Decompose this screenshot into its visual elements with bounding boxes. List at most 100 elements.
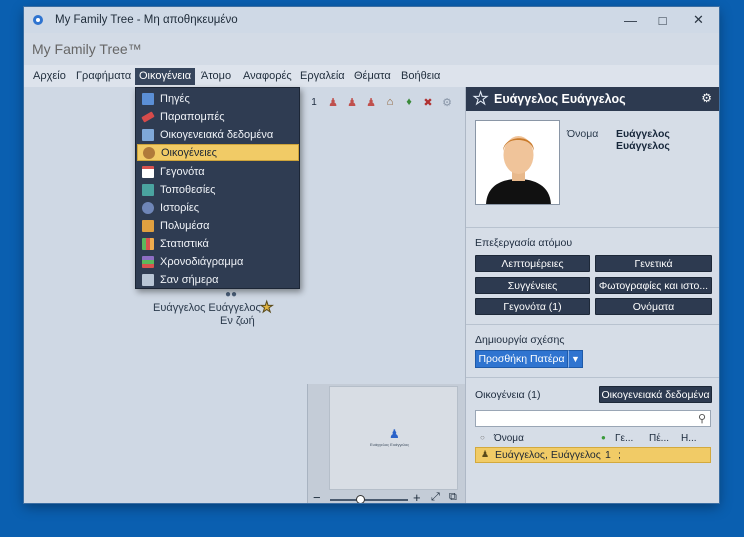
create-relation-heading: Δημιουργία σχέσης xyxy=(475,334,565,346)
menu-themes[interactable]: Θέματα xyxy=(350,68,395,85)
family-count-label: Οικογένεια (1) xyxy=(475,389,541,401)
avatar-silhouette-icon xyxy=(476,121,559,204)
family-grid-header: ○ Όνομα ● Γε... Πέ... Η... xyxy=(475,432,711,446)
menu-reports[interactable]: Αναφορές xyxy=(239,68,296,85)
generation-count[interactable]: 1 xyxy=(307,95,321,109)
column-name[interactable]: Όνομα xyxy=(494,433,524,444)
dropdown-item-statistics[interactable]: Στατιστικά xyxy=(137,235,299,252)
table-row[interactable]: ♟ Ευάγγελος, Ευάγγελος 1 ; xyxy=(475,447,711,463)
settings-gear-icon[interactable]: ⚙ xyxy=(440,95,454,109)
side-panel-header: ★ Ευάγγελος Ευάγγελος ⚙ xyxy=(466,87,719,111)
fit-to-screen-icon[interactable]: ⤢ xyxy=(431,491,440,503)
search-icon[interactable]: ⚲ xyxy=(698,412,706,425)
relatives-button[interactable]: Συγγένειες xyxy=(475,277,590,294)
divider xyxy=(466,377,719,378)
on-this-day-icon xyxy=(142,273,154,286)
edit-person-heading: Επεξεργασία ατόμου xyxy=(475,237,573,249)
row-children: ; xyxy=(618,449,621,461)
tree-toolbar: 1 ♟ ♟ ♟ ⌂ ♦ ✖ ⚙ xyxy=(307,93,454,111)
dropdown-item-events[interactable]: Γεγονότα xyxy=(137,163,299,180)
dropdown-item-on-this-day[interactable]: Σαν σήμερα xyxy=(137,271,299,288)
events-icon xyxy=(142,165,154,178)
names-button[interactable]: Ονόματα xyxy=(595,298,712,315)
title-bar: My Family Tree - Μη αποθηκευμένο — □ ✕ xyxy=(24,7,719,33)
person-node-icon: ●● xyxy=(225,289,238,300)
window-title: My Family Tree - Μη αποθηκευμένο xyxy=(55,14,238,26)
citations-icon xyxy=(141,110,155,123)
zoom-controls: − + ⤢ ⧉ xyxy=(309,490,465,503)
zoom-in-icon[interactable]: + xyxy=(413,490,421,503)
tools-icon[interactable]: ✖ xyxy=(421,95,435,109)
add-partner-icon[interactable]: ♟ xyxy=(345,95,359,109)
person-side-panel: ★ Ευάγγελος Ευάγγελος ⚙ Όνομα Ευάγγελος … xyxy=(465,87,719,503)
family-menu-dropdown: Πηγές Παραπομπές Οικογενειακά δεδομένα Ο… xyxy=(135,87,300,289)
photos-button[interactable]: Φωτογραφίες και ιστο... xyxy=(595,277,712,294)
add-relation-dropdown-icon[interactable]: ▼ xyxy=(568,350,583,368)
dropdown-item-families[interactable]: Οικογένειες xyxy=(137,144,299,161)
dropdown-item-places[interactable]: Τοποθεσίες xyxy=(137,181,299,198)
row-name: Ευάγγελος, Ευάγγελος xyxy=(495,449,601,461)
families-icon xyxy=(143,146,155,159)
dropdown-item-family-data[interactable]: Οικογενειακά δεδομένα xyxy=(137,126,299,143)
minimap[interactable]: ♟ Ευάγγελος Ευάγγελος xyxy=(307,384,465,503)
menu-tools[interactable]: Εργαλεία xyxy=(296,68,349,85)
family-data-button[interactable]: Οικογενειακά δεδομένα xyxy=(599,386,712,403)
tree-person-name[interactable]: Ευάγγελος Ευάγγελος xyxy=(153,302,261,314)
divider xyxy=(466,227,719,228)
add-child-icon[interactable]: ♟ xyxy=(364,95,378,109)
events-button[interactable]: Γεγονότα (1) xyxy=(475,298,590,315)
details-button[interactable]: Λεπτομέρειες xyxy=(475,255,590,272)
media-icon xyxy=(142,219,154,232)
side-panel-title: Ευάγγελος Ευάγγελος xyxy=(494,92,626,106)
minimap-person-icon: ♟ xyxy=(389,427,400,441)
menu-help[interactable]: Βοήθεια xyxy=(397,68,444,85)
sort-indicator-icon: ○ xyxy=(480,433,485,442)
zoom-slider-track[interactable] xyxy=(330,499,408,501)
person-photo[interactable] xyxy=(475,120,560,205)
menu-file[interactable]: Αρχείο xyxy=(29,68,70,85)
dropdown-item-timeline[interactable]: Χρονοδιάγραμμα xyxy=(137,253,299,270)
genetics-button[interactable]: Γενετικά xyxy=(595,255,712,272)
menu-family[interactable]: Οικογένεια xyxy=(135,68,196,85)
app-window: My Family Tree - Μη αποθηκευμένο — □ ✕ M… xyxy=(24,7,719,503)
statistics-icon xyxy=(142,237,154,250)
add-parents-icon[interactable]: ♟ xyxy=(326,95,340,109)
divider xyxy=(466,324,719,325)
zoom-slider-handle[interactable] xyxy=(356,495,365,503)
minimap-person-label: Ευάγγελος Ευάγγελος xyxy=(370,442,410,447)
panel-settings-icon[interactable]: ⚙ xyxy=(701,91,712,105)
sources-icon xyxy=(142,92,154,105)
add-father-button[interactable]: Προσθήκη Πατέρα xyxy=(475,350,568,368)
app-tree-icon xyxy=(33,15,43,25)
minimize-button[interactable]: — xyxy=(613,7,648,33)
family-search-input[interactable]: ⚲ xyxy=(475,410,711,427)
dropdown-item-stories[interactable]: Ιστορίες xyxy=(137,199,299,216)
dropdown-item-sources[interactable]: Πηγές xyxy=(137,90,299,107)
places-icon xyxy=(142,183,154,196)
menu-person[interactable]: Άτομο xyxy=(197,68,235,85)
tree-person-status: Εν ζωή xyxy=(220,315,255,327)
menu-charts[interactable]: Γραφήματα xyxy=(72,68,135,85)
stories-icon xyxy=(142,201,154,214)
column-age[interactable]: Η... xyxy=(681,433,697,444)
maximize-button[interactable]: □ xyxy=(645,7,680,33)
dropdown-item-citations[interactable]: Παραπομπές xyxy=(137,108,299,125)
column-generation[interactable]: Γε... xyxy=(615,433,633,444)
menu-bar: Αρχείο Γραφήματα Οικογένεια Άτομο Αναφορ… xyxy=(24,65,719,87)
person-row-icon: ♟ xyxy=(481,449,490,459)
fullscreen-icon[interactable]: ⧉ xyxy=(449,491,457,503)
favorite-star-icon[interactable]: ★ xyxy=(472,89,488,109)
app-header: My Family Tree™ xyxy=(24,33,719,67)
family-group-icon[interactable]: ♦ xyxy=(402,95,416,109)
zoom-out-icon[interactable]: − xyxy=(313,490,321,503)
close-button[interactable]: ✕ xyxy=(681,7,716,33)
dropdown-item-media[interactable]: Πολυμέσα xyxy=(137,217,299,234)
column-children[interactable]: Πέ... xyxy=(649,433,669,444)
timeline-icon xyxy=(142,255,154,268)
minimap-viewport[interactable]: ♟ Ευάγγελος Ευάγγελος xyxy=(329,386,458,490)
home-icon[interactable]: ⌂ xyxy=(383,95,397,109)
row-generation: 1 xyxy=(605,449,611,461)
home-person-star-icon[interactable]: ★ xyxy=(259,298,273,317)
family-data-icon xyxy=(142,128,154,141)
name-field-label: Όνομα xyxy=(567,128,599,140)
